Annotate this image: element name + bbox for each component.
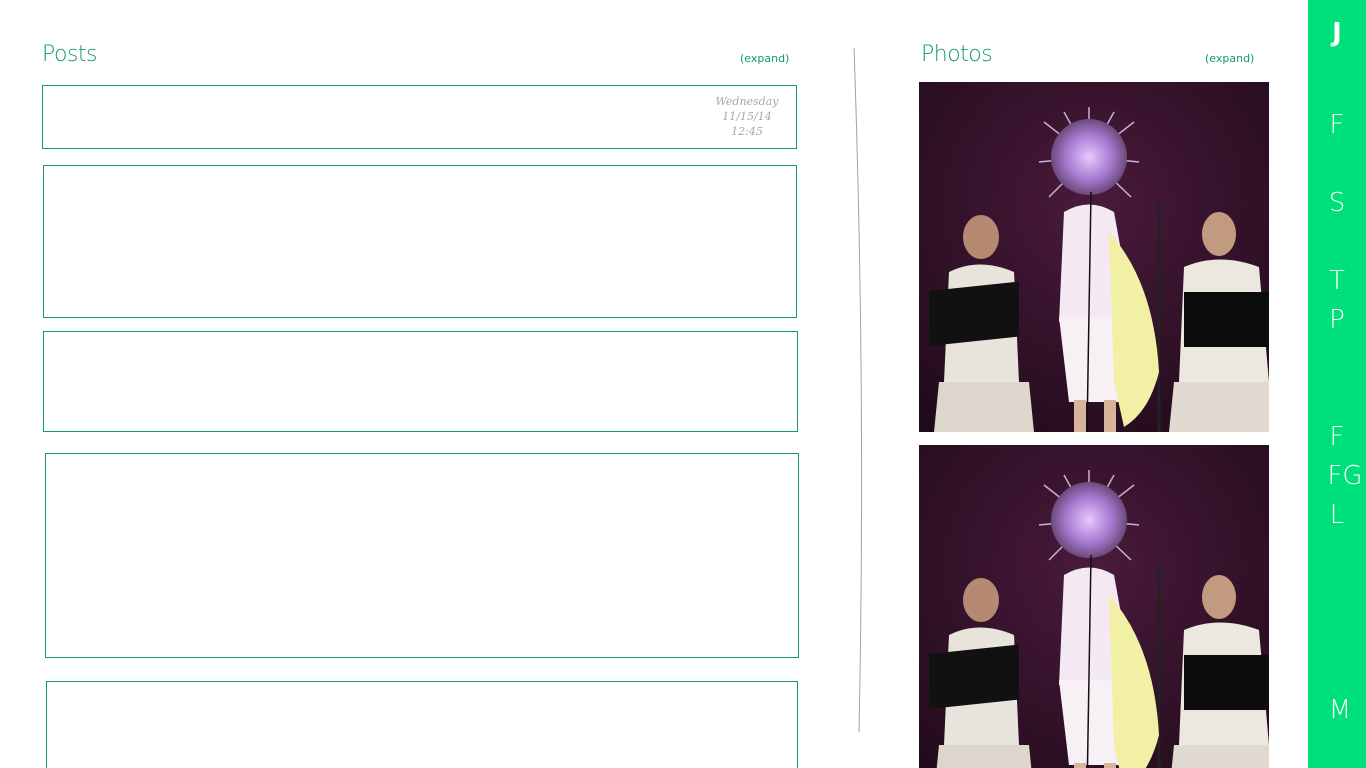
photo-thumbnail[interactable] — [919, 445, 1269, 768]
rail-letter-m[interactable]: M — [1311, 691, 1366, 730]
post-card[interactable] — [43, 165, 797, 318]
rail-letter-s[interactable]: S — [1308, 184, 1366, 223]
rail-letter-f2[interactable]: F — [1308, 418, 1366, 457]
post-card[interactable] — [43, 331, 798, 432]
post-card[interactable] — [46, 681, 798, 768]
photo-thumbnail[interactable] — [919, 82, 1269, 432]
post-time: 12:45 — [731, 125, 763, 138]
section-divider — [853, 48, 863, 732]
post-date: 11/15/14 — [722, 110, 772, 123]
rail-letter-l[interactable]: L — [1308, 496, 1366, 535]
rail-letter-fg[interactable]: FG — [1316, 457, 1366, 496]
rail-letter-t[interactable]: T — [1308, 262, 1366, 301]
rail-letter-j[interactable]: J — [1308, 14, 1366, 53]
posts-expand-link[interactable]: (expand) — [740, 52, 789, 65]
posts-title: Posts — [42, 42, 98, 67]
photos-title: Photos — [921, 42, 993, 67]
performer-photo — [919, 82, 1269, 432]
post-card[interactable]: Wednesday 11/15/14 12:45 — [42, 85, 797, 149]
post-card[interactable] — [45, 453, 799, 658]
performer-photo — [919, 445, 1269, 768]
app-root: Posts (expand) Wednesday 11/15/14 12:45 … — [0, 0, 1366, 768]
post-timestamp: Wednesday 11/15/14 12:45 — [712, 94, 782, 139]
rail-letter-p[interactable]: P — [1308, 301, 1366, 340]
rail-letter-f[interactable]: F — [1308, 106, 1366, 145]
post-day: Wednesday — [715, 95, 779, 108]
photos-expand-link[interactable]: (expand) — [1205, 52, 1254, 65]
navigation-rail: J F S T P F FG L M — [1308, 0, 1366, 768]
